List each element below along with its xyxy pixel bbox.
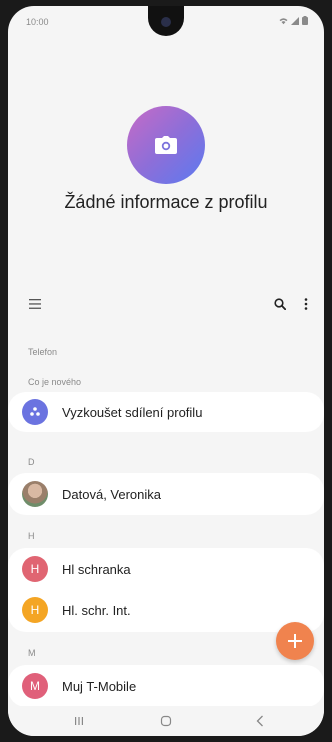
home-icon bbox=[160, 715, 172, 727]
more-vert-icon bbox=[304, 298, 308, 310]
profile-title: Žádné informace z profilu bbox=[64, 192, 268, 212]
phone-screen: 10:00 Žádné informace z profilu Telefon … bbox=[8, 6, 324, 736]
section-label-d: D bbox=[28, 457, 35, 467]
contact-initial-avatar: M bbox=[22, 673, 48, 699]
status-time: 10:00 bbox=[26, 17, 49, 27]
contact-row-share-profile[interactable]: Vyzkoušet sdílení profilu bbox=[8, 392, 324, 432]
contact-name: Vyzkoušet sdílení profilu bbox=[62, 404, 203, 420]
search-icon bbox=[274, 298, 286, 310]
section-label-new: Co je nového bbox=[28, 377, 82, 387]
plus-icon bbox=[288, 634, 302, 648]
home-button[interactable] bbox=[151, 710, 181, 732]
search-button[interactable] bbox=[270, 294, 290, 314]
share-profile-avatar bbox=[22, 399, 48, 425]
recent-apps-button[interactable] bbox=[64, 710, 94, 732]
more-options-button[interactable] bbox=[298, 294, 314, 314]
contact-name: Hl. schr. Int. bbox=[62, 602, 131, 618]
back-icon bbox=[256, 715, 263, 727]
hamburger-menu-icon bbox=[29, 299, 41, 309]
signal-icon bbox=[291, 16, 299, 25]
share-people-icon bbox=[30, 407, 40, 416]
status-icons bbox=[279, 16, 308, 25]
camera-icon bbox=[155, 136, 177, 154]
recent-apps-icon bbox=[75, 717, 83, 725]
system-navigation-bar bbox=[8, 706, 324, 736]
contact-initial-avatar: H bbox=[22, 597, 48, 623]
battery-icon bbox=[302, 16, 308, 25]
section-label-m: M bbox=[28, 648, 36, 658]
front-camera-lens bbox=[161, 17, 171, 27]
menu-button[interactable] bbox=[24, 294, 46, 314]
profile-avatar[interactable] bbox=[127, 106, 205, 184]
wifi-icon bbox=[279, 17, 288, 24]
contact-row-hl-schr-int[interactable]: H Hl. schr. Int. bbox=[8, 590, 324, 630]
contact-name: Hl schranka bbox=[62, 561, 131, 577]
toolbar bbox=[8, 292, 324, 316]
contact-name: Muj T-Mobile bbox=[62, 678, 137, 694]
back-button[interactable] bbox=[245, 710, 275, 732]
section-label-telefon: Telefon bbox=[28, 347, 58, 357]
contact-name: Datová, Veronika bbox=[62, 486, 162, 502]
contact-row-muj-tmobile[interactable]: M Muj T-Mobile bbox=[8, 666, 324, 706]
contact-initial-avatar: H bbox=[22, 556, 48, 582]
contact-photo-avatar bbox=[22, 481, 48, 507]
section-label-h: H bbox=[28, 531, 35, 541]
contact-row-datova[interactable]: Datová, Veronika bbox=[8, 474, 324, 514]
contact-row-hl-schranka[interactable]: H Hl schranka bbox=[8, 549, 324, 589]
add-contact-button[interactable] bbox=[276, 622, 314, 660]
